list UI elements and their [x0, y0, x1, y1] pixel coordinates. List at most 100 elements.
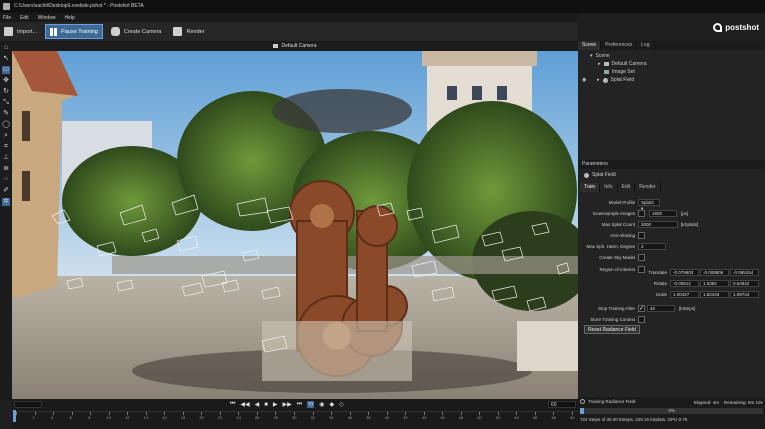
rotate-x[interactable]: -0.00512 [670, 280, 699, 287]
progress-label: 2% [668, 408, 675, 413]
camera-record-icon[interactable]: ◉ [319, 401, 324, 408]
select-box-icon[interactable]: ▭ [2, 66, 10, 74]
timeline-end-field[interactable]: 60 [548, 401, 576, 408]
tab-log[interactable]: Log [637, 41, 655, 50]
tree-item-scene[interactable]: ▾ Scene [582, 52, 765, 60]
crop-icon[interactable]: ⌗ [2, 143, 10, 151]
expand-icon[interactable]: ▾ [590, 52, 593, 60]
parameters-header: Parameters [578, 160, 765, 169]
param-max-splat: Max Splat Count 3000 [kSplats] [601, 221, 699, 228]
stop-icon[interactable]: ■ [264, 402, 268, 408]
timeline-panel: ⏮ ◀◀ ◀ ■ ▶ ▶▶ ⏭ ⟲ ◉ ◆ ◇ 60 0246810121416… [12, 399, 578, 429]
lasso-icon[interactable]: ◯ [2, 121, 10, 129]
pause-status-icon[interactable] [580, 399, 585, 404]
anti-aliasing-checkbox[interactable] [638, 232, 645, 239]
timeline-tick-label: 42 [403, 415, 408, 420]
timeline-tick-label: 60 [570, 415, 575, 420]
model-profile-select[interactable]: Splat3 ▾ [638, 199, 660, 211]
tab-preferences[interactable]: Preferences [601, 41, 638, 50]
paint-icon[interactable]: ✐ [2, 187, 10, 195]
scene-render [12, 51, 578, 399]
skip-end-icon[interactable]: ⏭ [297, 401, 302, 408]
expand-icon[interactable]: ▸ [597, 76, 600, 84]
stop-training-input[interactable]: 40 [647, 305, 675, 312]
remove-key-icon[interactable]: ◇ [339, 401, 344, 408]
select-icon[interactable]: ↖ [2, 55, 10, 63]
translate-x[interactable]: -0.079603 [670, 269, 699, 276]
play-reverse-icon[interactable]: ◀ [255, 401, 260, 408]
menu-window[interactable]: Window [38, 15, 56, 21]
brush-icon[interactable]: ✎ [2, 110, 10, 118]
downsample-input[interactable]: 1600 [649, 210, 677, 217]
tab-info[interactable]: Info [600, 183, 618, 192]
add-key-icon[interactable]: ◆ [329, 401, 334, 408]
app-icon [3, 3, 10, 10]
roi-rotate: Rotate -0.00512 1.5392 0.54942 [578, 279, 765, 288]
tree-item-splat-field[interactable]: ◉ ▸ Splat Field [582, 76, 765, 84]
camera-icon [110, 27, 120, 36]
translate-y[interactable]: -0.008806 [700, 269, 729, 276]
store-context-checkbox[interactable] [638, 316, 645, 323]
stop-training-checkbox[interactable]: ✓ [638, 305, 645, 312]
timeline-tick-label: 16 [162, 415, 167, 420]
scale-y[interactable]: 1.82443 [700, 291, 729, 298]
tab-render[interactable]: Render [635, 183, 661, 192]
timeline-start-field[interactable] [14, 401, 42, 408]
render-button[interactable]: Render [169, 24, 208, 39]
title-bar: C:\Users\sachit\Desktop\Loveliste.pshot … [0, 0, 765, 13]
create-camera-button[interactable]: Create Camera [107, 24, 166, 39]
camera-view-icon[interactable]: ✲ [2, 198, 10, 206]
downsample-checkbox[interactable] [638, 210, 645, 217]
skip-start-icon[interactable]: ⏮ [230, 401, 235, 408]
tree-item-image-set[interactable]: Image Set [582, 68, 765, 76]
max-sph-input[interactable]: 3 [638, 243, 666, 250]
rotate-icon[interactable]: ↻ [2, 88, 10, 96]
home-icon[interactable]: ⌂ [2, 44, 10, 52]
blur-cloud [272, 89, 412, 133]
max-splat-input[interactable]: 3000 [638, 221, 678, 228]
reset-radiance-field-button[interactable]: Reset Radiance Field [584, 325, 640, 334]
rotate-y[interactable]: 1.5392 [700, 280, 729, 287]
tab-train[interactable]: Train [580, 183, 601, 192]
translate-z[interactable]: -0.095154 [730, 269, 759, 276]
timeline-tick-label: 20 [199, 415, 204, 420]
timeline-tick-label: 24 [236, 415, 241, 420]
roi-translate: Translate -0.079603 -0.008806 -0.095154 [578, 268, 765, 277]
import-button[interactable]: Import... [0, 24, 41, 39]
splat-view-icon[interactable]: ⁘ [2, 176, 10, 184]
loop-icon[interactable]: ⟲ [307, 401, 315, 408]
menu-help[interactable]: Help [64, 15, 74, 21]
play-icon[interactable]: ▶ [273, 401, 278, 408]
brand-logo: postshot [578, 13, 765, 41]
pause-training-button[interactable]: Pause Training [45, 24, 103, 39]
menu-edit[interactable]: Edit [20, 15, 29, 21]
axis-icon[interactable]: ⊥ [2, 154, 10, 162]
tab-scene[interactable]: Scene [578, 41, 602, 50]
playback-controls: ⏮ ◀◀ ◀ ■ ▶ ▶▶ ⏭ ⟲ ◉ ◆ ◇ [230, 400, 344, 409]
move-icon[interactable]: ✥ [2, 77, 10, 85]
timeline-ruler[interactable]: 0246810121416182022242628303234363840424… [12, 411, 578, 421]
step-back-icon[interactable]: ◀◀ [240, 401, 249, 408]
postshot-logo-icon [713, 22, 723, 32]
scale-icon[interactable]: ⤡ [2, 99, 10, 107]
timeline-tick-label: 28 [273, 415, 278, 420]
3d-viewport[interactable] [12, 51, 578, 399]
selected-object: Splat Field [584, 172, 616, 178]
menu-file[interactable]: File [3, 15, 11, 21]
tab-edit[interactable]: Edit [618, 183, 636, 192]
timeline-tick-label: 48 [458, 415, 464, 420]
layers-icon[interactable]: ≣ [2, 165, 10, 173]
camera-selector[interactable]: Default Camera [12, 41, 578, 51]
window-title: C:\Users\sachit\Desktop\Loveliste.pshot … [14, 3, 144, 9]
scale-x[interactable]: 1.00427 [670, 291, 699, 298]
scale-z[interactable]: 1.09734 [730, 291, 759, 298]
expand-icon[interactable]: ▸ [598, 60, 601, 68]
tree-item-camera[interactable]: ▸ Default Camera [582, 60, 765, 68]
visibility-icon[interactable]: ◉ [582, 76, 588, 84]
zoom-icon[interactable]: ⌕ [2, 132, 10, 140]
step-forward-icon[interactable]: ▶▶ [283, 401, 292, 408]
rotate-z[interactable]: 0.54942 [730, 280, 759, 287]
timeline-playhead[interactable] [13, 410, 16, 422]
sky-model-checkbox[interactable] [638, 254, 645, 261]
timeline-tick-label: 38 [366, 415, 371, 420]
